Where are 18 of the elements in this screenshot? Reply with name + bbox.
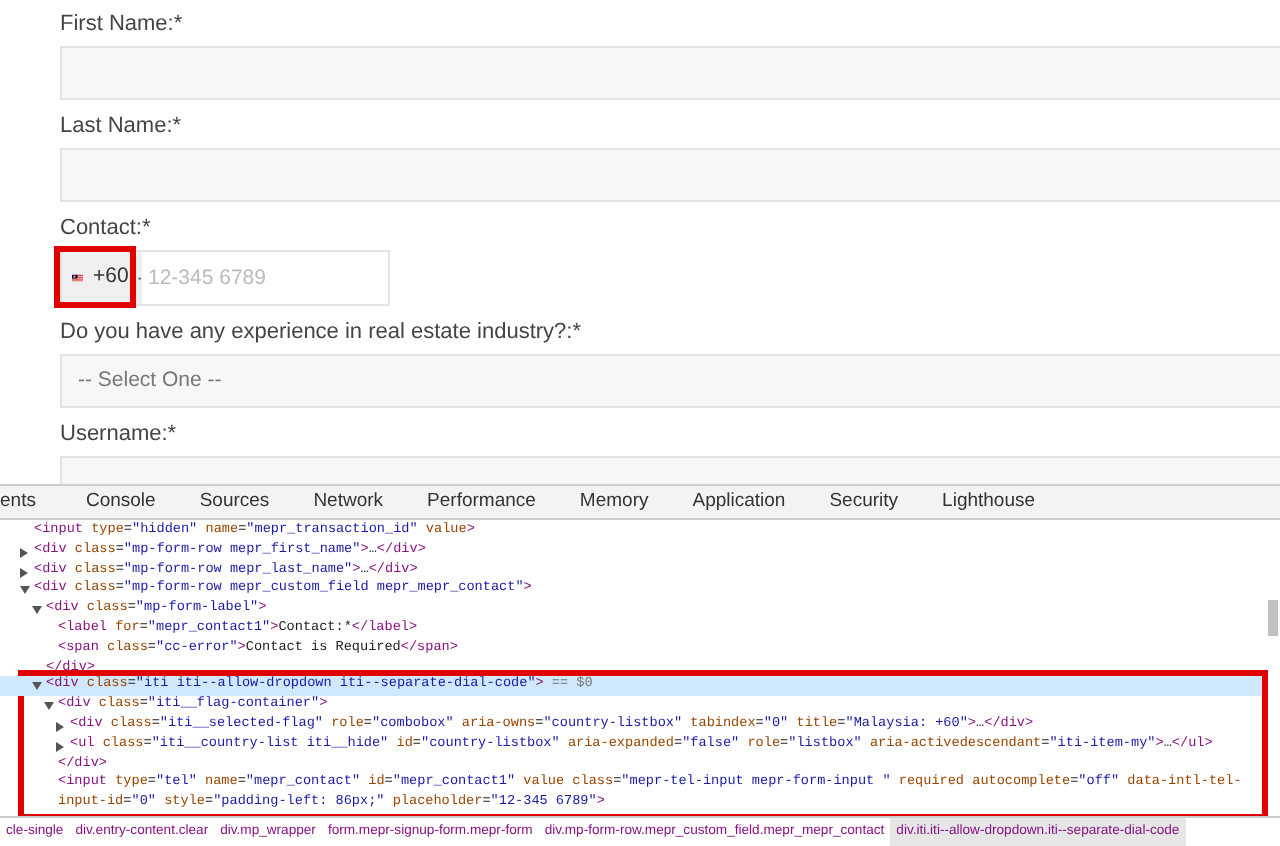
devtools-tab[interactable]: Security <box>807 487 921 517</box>
devtools-tab[interactable]: Performance <box>405 487 558 517</box>
devtools-tab[interactable]: ents <box>0 487 64 517</box>
dial-code: +60 <box>93 262 129 293</box>
field-label: Do you have any experience in real estate industry?:* <box>60 318 583 348</box>
field-label: First Name:* <box>60 10 185 40</box>
field-label: Username:* <box>60 420 179 450</box>
phone-field[interactable]: +60 12-345 6789 <box>60 250 390 306</box>
devtools-tab[interactable]: Application <box>670 487 808 517</box>
field-label: Contact:* <box>60 214 153 244</box>
field-label: Last Name:* <box>60 112 184 142</box>
devtools-tab[interactable]: Console <box>63 487 178 517</box>
phone-input[interactable]: 12-345 6789 <box>142 252 388 304</box>
devtools-tab[interactable]: Memory <box>557 487 671 517</box>
devtools-tab[interactable]: Network <box>291 487 406 517</box>
devtools-tab[interactable]: Sources <box>177 487 292 517</box>
select-field[interactable]: -- Select One -- <box>60 354 1280 408</box>
devtools-tab[interactable]: Lighthouse <box>920 487 1058 517</box>
